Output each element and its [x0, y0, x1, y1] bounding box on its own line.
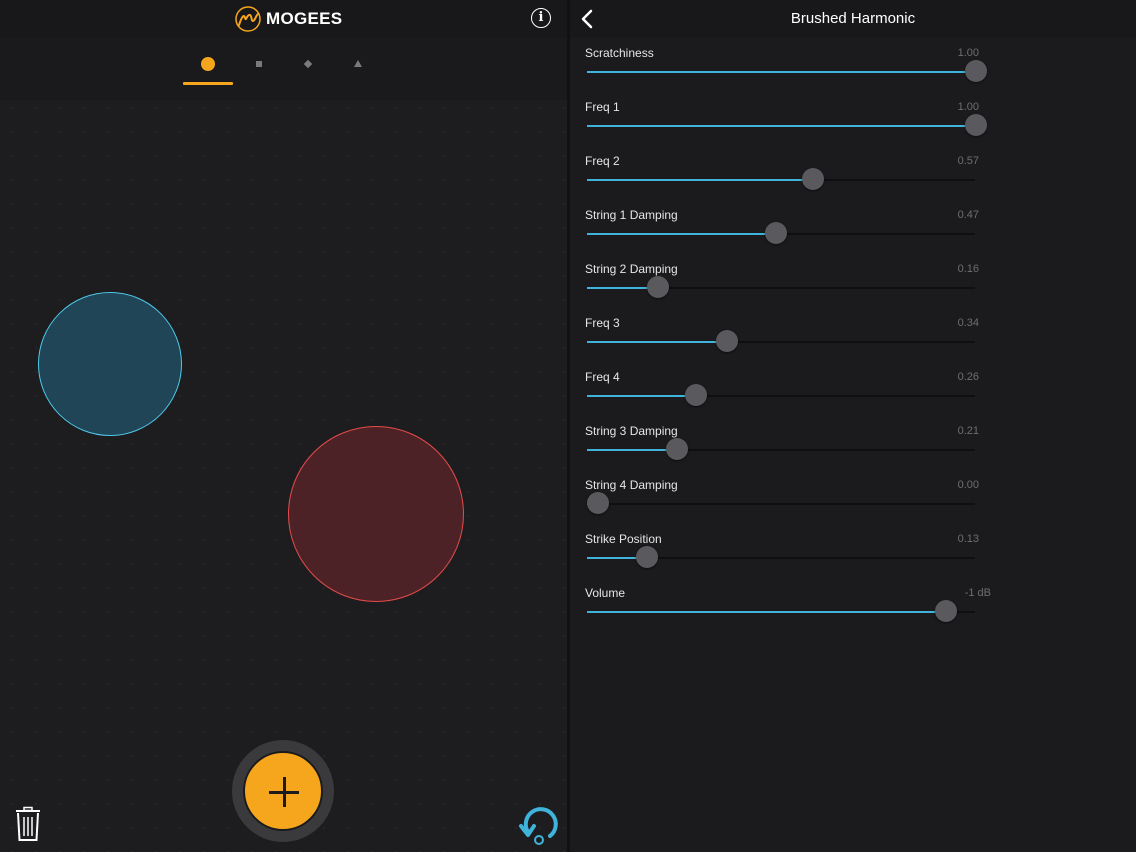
slider-track[interactable]: [587, 276, 975, 298]
slider-thumb[interactable]: [685, 384, 708, 406]
param-string-3-damping: String 3 Damping 0.21: [585, 424, 985, 478]
add-pad-button[interactable]: [243, 751, 323, 831]
param-label: Strike Position: [585, 532, 662, 546]
param-value: -1 dB: [964, 587, 991, 599]
param-freq-4: Freq 4 0.26: [585, 370, 985, 424]
param-value: 0.26: [957, 371, 979, 383]
slider-thumb[interactable]: [647, 276, 670, 298]
trash-icon[interactable]: [14, 806, 42, 842]
param-freq-1: Freq 1 1.00: [585, 100, 987, 154]
preset-title: Brushed Harmonic: [790, 10, 916, 27]
tab-triangle[interactable]: [333, 48, 383, 84]
param-strike-position: Strike Position 0.13: [585, 532, 985, 586]
param-string-2-damping: String 2 Damping 0.16: [585, 262, 985, 316]
param-value: 1.00: [957, 47, 979, 59]
param-freq-2: Freq 2 0.57: [585, 154, 985, 208]
chevron-left-icon[interactable]: [578, 8, 598, 30]
param-label: String 4 Damping: [585, 478, 678, 492]
shape-tabbar: [0, 38, 567, 100]
slider-track[interactable]: [587, 438, 975, 460]
param-label: String 2 Damping: [585, 262, 678, 276]
param-label: String 3 Damping: [585, 424, 678, 438]
param-volume: Volume -1 dB: [585, 586, 991, 640]
preset-header: Brushed Harmonic: [570, 0, 1136, 38]
pad-canvas[interactable]: MOGEES i: [0, 0, 567, 852]
slider-track[interactable]: [587, 60, 987, 82]
slider-track[interactable]: [587, 384, 975, 406]
slider-fill: [587, 125, 976, 127]
param-string-4-damping: String 4 Damping 0.00: [585, 478, 985, 532]
slider-fill: [587, 395, 697, 397]
param-string-1-damping: String 1 Damping 0.47: [585, 208, 985, 262]
param-label: Volume: [585, 586, 626, 600]
slider-thumb[interactable]: [802, 168, 825, 190]
param-value: 0.47: [957, 209, 979, 221]
param-label: Freq 1: [585, 100, 620, 114]
diamond-icon: [303, 59, 313, 69]
slider-thumb[interactable]: [934, 600, 957, 622]
red-circle-pad[interactable]: [288, 426, 464, 602]
tab-diamond[interactable]: [283, 48, 333, 84]
param-label: Scratchiness: [585, 46, 654, 60]
slider-thumb[interactable]: [965, 114, 987, 136]
slider-thumb[interactable]: [965, 60, 987, 82]
slider-track[interactable]: [587, 222, 975, 244]
param-value: 0.21: [957, 425, 979, 437]
app-header: MOGEES i: [0, 0, 567, 38]
preset-panel: Brushed Harmonic Scratchiness 1.00 Freq …: [570, 0, 1136, 852]
slider-fill: [587, 611, 946, 613]
slider-fill: [587, 179, 814, 181]
plus-icon-vertical: [283, 777, 286, 807]
selected-tab-indicator: [183, 82, 233, 85]
slider-thumb[interactable]: [715, 330, 738, 352]
slider-track[interactable]: [587, 492, 975, 514]
info-button[interactable]: i: [531, 8, 551, 28]
tab-circle[interactable]: [183, 48, 233, 84]
circle-icon: [201, 57, 215, 71]
loop-icon[interactable]: [518, 802, 562, 846]
param-label: Freq 2: [585, 154, 620, 168]
slider-thumb[interactable]: [636, 546, 659, 568]
tab-square[interactable]: [234, 48, 284, 84]
triangle-icon: [354, 60, 362, 67]
slider-thumb[interactable]: [666, 438, 689, 460]
param-value: 1.00: [957, 101, 979, 113]
slider-fill: [587, 341, 727, 343]
brand-name: MOGEES: [266, 9, 343, 28]
param-scratchiness: Scratchiness 1.00: [585, 46, 987, 100]
mogees-logo-icon: [235, 6, 261, 32]
slider-fill: [587, 449, 678, 451]
param-value: 0.16: [957, 263, 979, 275]
param-label: Freq 4: [585, 370, 620, 384]
slider-thumb[interactable]: [587, 492, 609, 514]
slider-track[interactable]: [587, 600, 975, 622]
param-label: Freq 3: [585, 316, 620, 330]
param-value: 0.13: [957, 533, 979, 545]
param-freq-3: Freq 3 0.34: [585, 316, 985, 370]
blue-circle-pad[interactable]: [38, 292, 182, 436]
slider-track[interactable]: [587, 546, 975, 568]
mogees-logo: MOGEES: [234, 4, 342, 34]
slider-fill: [587, 233, 776, 235]
param-value: 0.00: [957, 479, 979, 491]
param-value: 0.34: [957, 317, 979, 329]
square-icon: [256, 61, 262, 67]
slider-track[interactable]: [587, 114, 987, 136]
slider-track[interactable]: [587, 330, 975, 352]
slider-thumb[interactable]: [764, 222, 787, 244]
slider-fill: [587, 71, 976, 73]
slider-track[interactable]: [587, 168, 975, 190]
param-label: String 1 Damping: [585, 208, 678, 222]
param-value: 0.57: [957, 155, 979, 167]
